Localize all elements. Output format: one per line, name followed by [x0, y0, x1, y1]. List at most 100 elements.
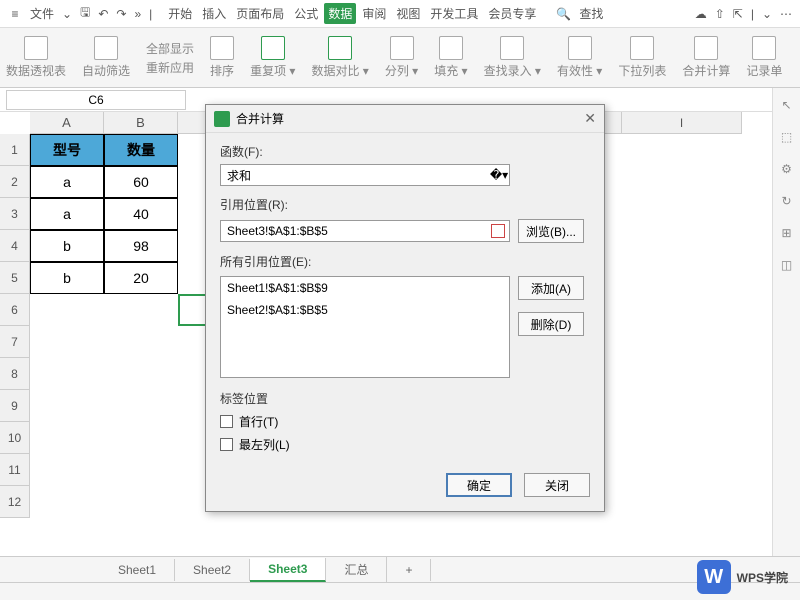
- status-bar: [0, 582, 800, 600]
- cell-B3[interactable]: 40: [104, 198, 178, 230]
- tab-formula[interactable]: 公式: [290, 3, 322, 24]
- rb-dropdown[interactable]: 下拉列表: [618, 36, 666, 79]
- tab-data[interactable]: 数据: [324, 3, 356, 24]
- cell-B2[interactable]: 60: [104, 166, 178, 198]
- toprow-checkbox[interactable]: [220, 415, 233, 428]
- refs-listbox[interactable]: Sheet1!$A$1:$B$9 Sheet2!$A$1:$B$5: [220, 276, 510, 378]
- rb-fill[interactable]: 填充 ▾: [434, 36, 467, 79]
- tab-review[interactable]: 审阅: [358, 3, 390, 24]
- function-combo[interactable]: 求和 �▾: [220, 164, 510, 186]
- row-4[interactable]: 4: [0, 230, 29, 262]
- file-dropdown-icon[interactable]: ⌄: [62, 7, 72, 21]
- row-5[interactable]: 5: [0, 262, 29, 294]
- label-position: 标签位置: [220, 390, 590, 407]
- tab-sheet2[interactable]: Sheet2: [175, 559, 250, 581]
- list-item[interactable]: Sheet2!$A$1:$B$5: [221, 299, 509, 321]
- cell-B5[interactable]: 20: [104, 262, 178, 294]
- row-8[interactable]: 8: [0, 358, 29, 390]
- delete-button[interactable]: 删除(D): [518, 312, 584, 336]
- row-2[interactable]: 2: [0, 166, 29, 198]
- share-icon[interactable]: ⇧: [715, 7, 725, 21]
- row-11[interactable]: 11: [0, 454, 29, 486]
- browse-button[interactable]: 浏览(B)...: [518, 219, 584, 243]
- row-9[interactable]: 9: [0, 390, 29, 422]
- close-button[interactable]: 关闭: [524, 473, 590, 497]
- tab-start[interactable]: 开始: [164, 3, 196, 24]
- settings-icon[interactable]: ⚙: [778, 162, 796, 180]
- tab-dev[interactable]: 开发工具: [426, 3, 482, 24]
- rb-dup[interactable]: 重复项 ▾: [250, 36, 295, 79]
- row-7[interactable]: 7: [0, 326, 29, 358]
- toprow-checkbox-row[interactable]: 首行(T): [220, 413, 590, 430]
- rb-reapply[interactable]: 重新应用: [146, 59, 194, 76]
- chart-icon[interactable]: ◫: [778, 258, 796, 276]
- tab-member[interactable]: 会员专享: [484, 3, 540, 24]
- name-box[interactable]: C6: [6, 90, 186, 110]
- save-icon[interactable]: 🖫: [80, 3, 90, 24]
- table-icon[interactable]: ⊞: [778, 226, 796, 244]
- leftcol-checkbox-row[interactable]: 最左列(L): [220, 436, 590, 453]
- col-B[interactable]: B: [104, 112, 178, 133]
- cell-A4[interactable]: b: [30, 230, 104, 262]
- rb-find[interactable]: 查找录入 ▾: [484, 36, 541, 79]
- menu-icon[interactable]: ≡: [8, 7, 22, 21]
- search-label[interactable]: 查找: [579, 5, 603, 22]
- row-1[interactable]: 1: [0, 134, 29, 166]
- watermark-text: WPS学院: [737, 569, 788, 586]
- search-icon[interactable]: 🔍: [556, 7, 571, 21]
- close-icon[interactable]: ✕: [584, 110, 596, 127]
- select-icon[interactable]: ⬚: [778, 130, 796, 148]
- export-icon[interactable]: ⇱: [733, 7, 743, 21]
- row-10[interactable]: 10: [0, 422, 29, 454]
- tab-summary[interactable]: 汇总: [326, 557, 387, 582]
- undo-icon[interactable]: ↶: [98, 7, 108, 21]
- row-3[interactable]: 3: [0, 198, 29, 230]
- cell-B1[interactable]: 数量: [104, 134, 178, 166]
- more-icon: »: [134, 7, 141, 21]
- cursor-icon[interactable]: ↖: [778, 98, 796, 116]
- rb-valid[interactable]: 有效性 ▾: [557, 36, 602, 79]
- cell-B4[interactable]: 98: [104, 230, 178, 262]
- cloud-icon[interactable]: ☁: [695, 7, 707, 21]
- ok-button[interactable]: 确定: [446, 473, 512, 497]
- row-12[interactable]: 12: [0, 486, 29, 518]
- watermark: W WPS学院: [697, 560, 788, 594]
- more-opts-icon[interactable]: ⋯: [780, 7, 792, 21]
- col-A[interactable]: A: [30, 112, 104, 133]
- rb-record[interactable]: 记录单: [746, 36, 782, 79]
- leftcol-checkbox[interactable]: [220, 438, 233, 451]
- tab-layout[interactable]: 页面布局: [232, 3, 288, 24]
- function-value: 求和: [227, 167, 251, 184]
- reference-value: Sheet3!$A$1:$B$5: [227, 224, 328, 238]
- tab-sheet1[interactable]: Sheet1: [100, 559, 175, 581]
- file-menu[interactable]: 文件: [30, 5, 54, 22]
- add-button[interactable]: 添加(A): [518, 276, 584, 300]
- tab-insert[interactable]: 插入: [198, 3, 230, 24]
- tab-view[interactable]: 视图: [392, 3, 424, 24]
- rb-compare[interactable]: 数据对比 ▾: [311, 36, 368, 79]
- cell-A3[interactable]: a: [30, 198, 104, 230]
- rb-showall[interactable]: 全部显示: [146, 40, 194, 57]
- rb-pivot[interactable]: 数据透视表: [6, 36, 66, 79]
- rb-sort[interactable]: 排序: [210, 36, 234, 79]
- tab-sheet3[interactable]: Sheet3: [250, 558, 326, 582]
- redo-icon[interactable]: ↷: [116, 7, 126, 21]
- chevron-down-icon[interactable]: �▾: [491, 167, 507, 183]
- dialog-titlebar[interactable]: 合并计算 ✕: [206, 105, 604, 133]
- cell-A1[interactable]: 型号: [30, 134, 104, 166]
- row-6[interactable]: 6: [0, 294, 29, 326]
- add-sheet-button[interactable]: +: [387, 559, 431, 581]
- side-panel: ↖ ⬚ ⚙ ↻ ⊞ ◫: [772, 88, 800, 556]
- rb-split[interactable]: 分列 ▾: [385, 36, 418, 79]
- history-icon[interactable]: ↻: [778, 194, 796, 212]
- col-I[interactable]: I: [622, 112, 742, 133]
- cell-A2[interactable]: a: [30, 166, 104, 198]
- list-item[interactable]: Sheet1!$A$1:$B$9: [221, 277, 509, 299]
- rb-filter[interactable]: 自动筛选: [82, 36, 130, 79]
- collapse-icon[interactable]: ⌄: [762, 7, 772, 21]
- reference-input[interactable]: Sheet3!$A$1:$B$5: [220, 220, 510, 242]
- range-picker-icon[interactable]: [491, 224, 505, 238]
- ribbon-tabs: 开始 插入 页面布局 公式 数据 审阅 视图 开发工具 会员专享: [164, 3, 540, 24]
- cell-A5[interactable]: b: [30, 262, 104, 294]
- rb-consolidate[interactable]: 合并计算: [682, 36, 730, 79]
